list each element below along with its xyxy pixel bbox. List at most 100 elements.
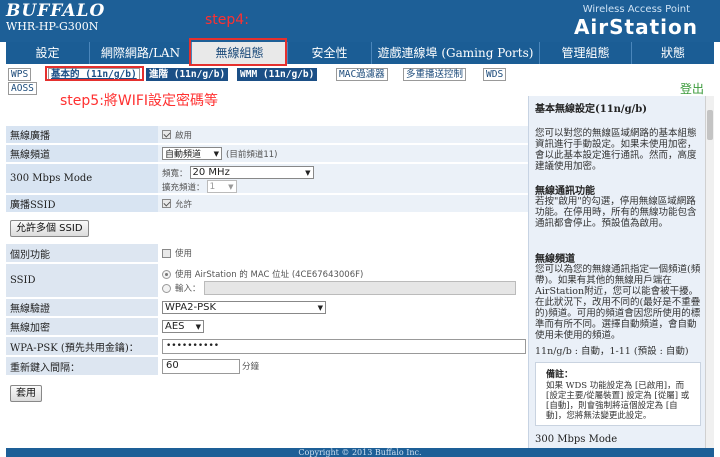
help-title-wireless-function: 無線通訊功能 <box>535 186 595 197</box>
help-title-300mbps: 300 Mbps Mode <box>535 434 618 445</box>
value-ssid-broadcast: 允許 <box>158 195 528 212</box>
value-rekey: 60 分鐘 <box>158 357 528 375</box>
nav-internet-lan[interactable]: 網際網路/LAN <box>90 42 192 64</box>
label-auth: 無線驗證 <box>6 299 158 316</box>
value-separate-feature: 使用 <box>158 244 528 262</box>
label-psk: WPA-PSK (預先共用金鑰)： <box>6 337 158 355</box>
ssid-broadcast-checkbox-label: 允許 <box>175 199 193 210</box>
chevron-down-icon: ▼ <box>305 168 311 177</box>
chevron-down-icon: ▼ <box>228 182 234 191</box>
apply-button[interactable]: 套用 <box>10 385 42 402</box>
tab-wmm[interactable]: WMM (11n/g/b) <box>237 68 318 81</box>
annotation-step5: step5:將WIFI設定密碼等 <box>60 93 219 109</box>
tab-aoss[interactable]: AOSS <box>8 82 37 95</box>
channel-select[interactable]: 自動頻道 ▼ <box>162 147 222 160</box>
ssid-custom-label: 輸入： <box>175 284 201 294</box>
ext-channel-select-value: 1 <box>209 181 216 192</box>
auth-select[interactable]: WPA2-PSK ▼ <box>162 301 326 314</box>
ssid-mac-radio[interactable] <box>162 269 171 279</box>
auth-select-value: WPA2-PSK <box>165 302 217 313</box>
model-name: WHR-HP-G300N <box>6 20 99 33</box>
separate-feature-checkbox-label: 使用 <box>175 249 193 259</box>
logout-link[interactable]: 登出 <box>680 80 704 97</box>
bandwidth-line: 頻寬： 20 MHz ▼ <box>162 166 528 179</box>
tab-advanced[interactable]: 進階 (11n/g/b) <box>146 68 229 81</box>
row-encryption: 無線加密 AES ▼ <box>6 318 528 336</box>
help-scrollbar-thumb[interactable] <box>707 110 713 140</box>
separate-feature-checkbox[interactable] <box>162 248 171 258</box>
broadcast-checkbox-label: 啟用 <box>175 130 193 141</box>
value-wireless-channel: 自動頻道 ▼ (目前頻道11) <box>158 145 528 162</box>
tab-wds[interactable]: WDS <box>483 68 507 81</box>
main-nav: 設定 網際網路/LAN 無線組態 安全性 遊戲連線埠 (Gaming Ports… <box>6 42 714 64</box>
help-title-basic: 基本無線設定(11n/g/b) <box>535 104 647 115</box>
help-note-title: 備註： <box>546 370 574 380</box>
value-300mbps-mode: 頻寬： 20 MHz ▼ 擴充頻道： 1 ▼ <box>158 164 528 193</box>
help-text-wireless-function: 若按"啟用"的勾選，停用無線區域網路功能。在停用時，所有的無線功能包含通訊都會停… <box>535 196 697 229</box>
rekey-unit: 分鐘 <box>242 362 260 372</box>
ssid-option-custom: 輸入： <box>162 281 528 295</box>
ssid-option-mac: 使用 AirStation 的 MAC 位址 (4CE67643006F) <box>162 267 528 281</box>
rekey-input[interactable]: 60 <box>162 358 240 374</box>
product-line: Wireless Access Point <box>582 4 690 15</box>
value-ssid: 使用 AirStation 的 MAC 位址 (4CE67643006F) 輸入… <box>158 264 528 297</box>
row-auth: 無線驗證 WPA2-PSK ▼ <box>6 299 528 317</box>
value-auth: WPA2-PSK ▼ <box>158 299 528 316</box>
ssid-custom-radio[interactable] <box>162 283 171 293</box>
encryption-select[interactable]: AES ▼ <box>162 320 204 333</box>
annotation-box-wireless <box>189 38 287 66</box>
chevron-down-icon: ▼ <box>213 149 219 158</box>
brand-logo: BUFFALO <box>6 1 106 21</box>
footer-copyright: Copyright © 2013 Buffalo Inc. <box>6 448 714 457</box>
bandwidth-select-value: 20 MHz <box>192 167 230 178</box>
nav-status[interactable]: 狀態 <box>632 42 714 64</box>
psk-input[interactable]: •••••••••• <box>162 338 526 354</box>
help-text-channel: 您可以為您的無線通訊指定一個頻道(頻帶)。如果有其他的無線用戶端在AirStat… <box>535 264 701 341</box>
row-separate-feature: 個別功能 使用 <box>6 244 528 263</box>
label-wireless-broadcast: 無線廣播 <box>6 126 158 143</box>
help-note-text: 如果 WDS 功能設定為 [已啟用]，而 [設定主要/從屬裝置] 設定為 [從屬… <box>546 381 690 421</box>
tab-wps[interactable]: WPS <box>8 68 32 81</box>
ssid-broadcast-checkbox[interactable] <box>162 199 171 208</box>
label-encryption: 無線加密 <box>6 318 158 335</box>
row-rekey: 重新鍵入間隔： 60 分鐘 <box>6 357 528 376</box>
row-ssid-broadcast: 廣播SSID 允許 <box>6 195 528 213</box>
annotation-box-basic-tab <box>45 66 144 81</box>
help-text-basic: 您可以對您的無線區域網路的基本組態資訊進行手動設定。如果未使用加密，會以此基本設… <box>535 128 697 172</box>
bandwidth-select[interactable]: 20 MHz ▼ <box>189 166 314 179</box>
annotation-step4: step4: <box>205 12 249 28</box>
help-note-box: 備註： 如果 WDS 功能設定為 [已啟用]，而 [設定主要/從屬裝置] 設定為… <box>535 362 701 426</box>
channel-select-value: 自動頻道 <box>165 150 202 160</box>
multi-ssid-button[interactable]: 允許多個 SSID <box>10 220 89 237</box>
nav-security[interactable]: 安全性 <box>288 42 372 64</box>
label-300mbps-mode: 300 Mbps Mode <box>6 164 158 193</box>
value-wireless-broadcast: 啟用 <box>158 126 528 143</box>
row-psk: WPA-PSK (預先共用金鑰)： •••••••••• <box>6 337 528 356</box>
row-wireless-channel: 無線頻道 自動頻道 ▼ (目前頻道11) <box>6 145 528 163</box>
tab-multicast[interactable]: 多重播送控制 <box>403 68 467 81</box>
tab-mac-filter[interactable]: MAC過濾器 <box>336 68 388 81</box>
header-bar: BUFFALO WHR-HP-G300N Wireless Access Poi… <box>0 0 720 42</box>
channel-current: (目前頻道11) <box>226 149 278 160</box>
help-scrollbar[interactable] <box>705 96 714 448</box>
encryption-select-value: AES <box>165 321 185 332</box>
label-ssid-broadcast: 廣播SSID <box>6 195 158 212</box>
nav-gaming-ports[interactable]: 遊戲連線埠 (Gaming Ports) <box>372 42 540 64</box>
help-panel[interactable]: 基本無線設定(11n/g/b) 您可以對您的無線區域網路的基本組態資訊進行手動設… <box>528 96 714 448</box>
ext-channel-line: 擴充頻道： 1 ▼ <box>162 180 528 193</box>
label-ssid: SSID <box>6 264 158 297</box>
value-psk: •••••••••• <box>158 337 528 355</box>
nav-setup[interactable]: 設定 <box>6 42 90 64</box>
chevron-down-icon: ▼ <box>195 322 201 331</box>
ssid-custom-input[interactable] <box>203 281 516 295</box>
bandwidth-label: 頻寬： <box>162 168 188 179</box>
nav-admin[interactable]: 管理組態 <box>540 42 632 64</box>
ext-channel-select[interactable]: 1 ▼ <box>206 180 237 193</box>
broadcast-checkbox[interactable] <box>162 130 171 139</box>
label-separate-feature: 個別功能 <box>6 244 158 262</box>
help-channel-range: 11n/g/b : 自動，1-11 (預設 : 自動) <box>535 346 689 357</box>
row-wireless-broadcast: 無線廣播 啟用 <box>6 126 528 144</box>
product-name: AirStation <box>573 15 698 39</box>
chevron-down-icon: ▼ <box>317 303 323 312</box>
row-300mbps-mode: 300 Mbps Mode 頻寬： 20 MHz ▼ 擴充頻道： 1 ▼ <box>6 164 528 194</box>
